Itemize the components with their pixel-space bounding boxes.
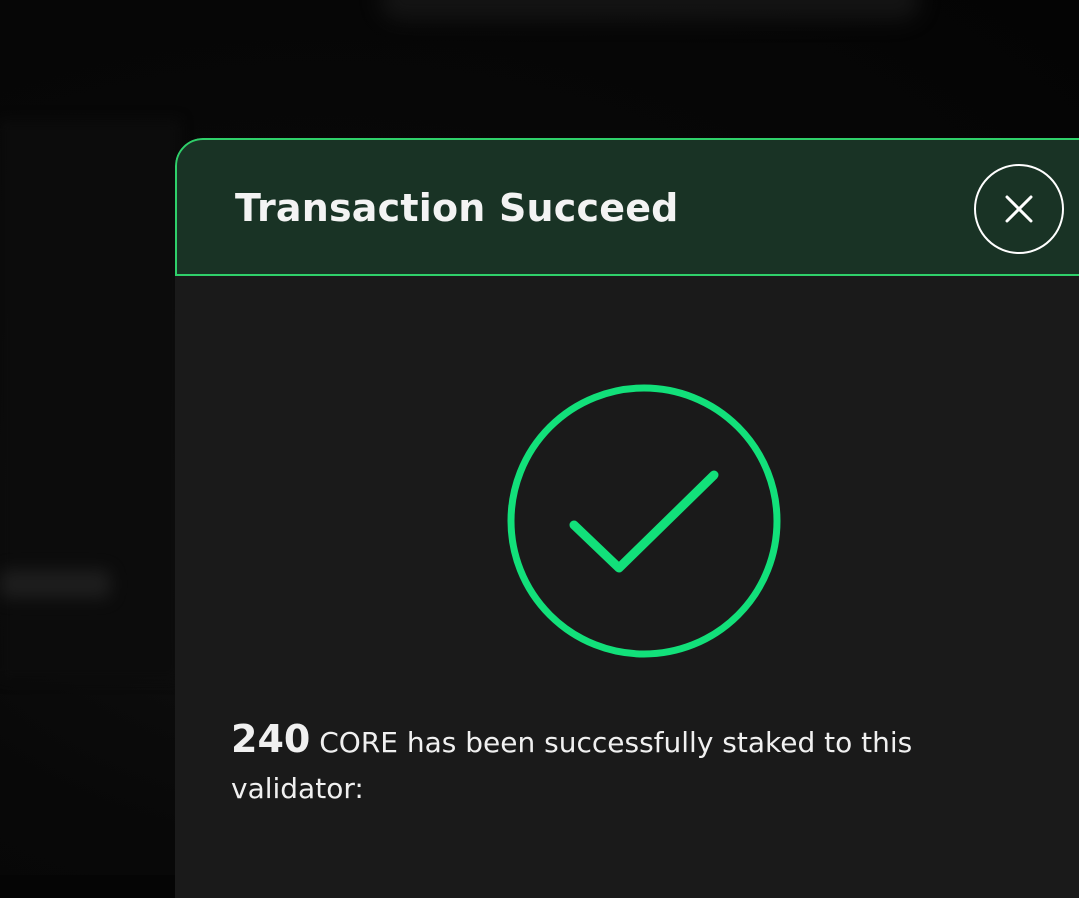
success-message: 240 CORE has been successfully staked to… [231,716,1011,812]
check-circle-icon [507,384,781,658]
blurred-background-text [0,570,110,598]
message-text-continued: validator: [231,772,364,805]
modal-title: Transaction Succeed [235,186,679,230]
close-icon [1005,195,1033,223]
blurred-top-bar [380,0,920,20]
message-text: CORE has been successfully staked to thi… [310,726,913,759]
modal-header: Transaction Succeed [175,138,1079,276]
staked-amount: 240 [231,717,311,761]
close-button[interactable] [974,164,1064,254]
transaction-success-modal: Transaction Succeed 240 CORE has been su… [175,138,1079,898]
